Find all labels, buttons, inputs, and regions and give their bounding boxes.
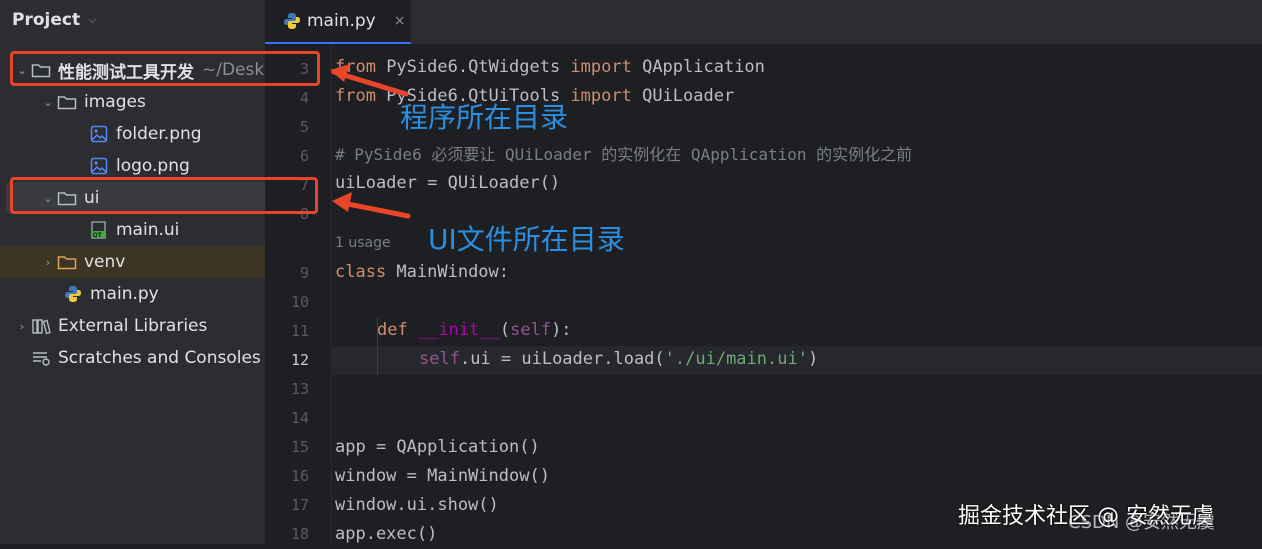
line-number: 10 [290, 293, 309, 311]
annotation-label-ui-dir: UI文件所在目录 [428, 223, 625, 256]
chevron-down-icon[interactable]: ⌄ [40, 96, 56, 109]
line-number: 9 [299, 264, 309, 282]
annotation-arrows [330, 64, 411, 219]
tree-item-label: folder.png [116, 124, 202, 144]
tree-item-label: venv [84, 252, 126, 272]
keyword: def [377, 320, 408, 340]
code-line-6-comment[interactable]: # PySide6 必须要让 QUiLoader 的实例化在 QApplicat… [335, 140, 912, 169]
self-ref: self [419, 349, 460, 369]
magic-method: __init__ [417, 320, 500, 340]
keyword: class [335, 262, 387, 282]
self-param: self [510, 320, 552, 340]
tree-item-external-libraries[interactable]: › External Libraries [0, 310, 265, 342]
class-name: MainWindow: [386, 262, 510, 282]
tree-item-label: main.py [90, 284, 159, 304]
code-line-11[interactable]: def __init__(self): [377, 316, 572, 345]
close-icon[interactable]: × [394, 13, 406, 29]
python-file-icon [283, 12, 301, 30]
line-number: 17 [290, 496, 309, 514]
paren: ( [499, 320, 511, 340]
image-file-icon [88, 125, 110, 143]
code-line-17[interactable]: window.ui.show() [335, 491, 499, 520]
line-number: 6 [299, 147, 309, 165]
watermark-primary: 掘金技术社区 @ 安然无虞 [958, 504, 1214, 529]
line-number: 18 [290, 525, 309, 543]
code-line-15[interactable]: app = QApplication() [335, 433, 540, 462]
code-line-9[interactable]: class MainWindow: [335, 258, 509, 287]
line-number: 13 [290, 380, 309, 398]
python-file-icon [62, 285, 84, 303]
line-number: 15 [290, 438, 309, 456]
line-number: 14 [290, 409, 309, 427]
tree-item-label: images [84, 92, 146, 112]
chevron-down-icon: ⌵ [88, 13, 97, 26]
tree-item-label: logo.png [116, 156, 190, 176]
string-literal: './ui/main.ui' [664, 349, 808, 369]
tree-item-label: Scratches and Consoles [58, 348, 261, 368]
tree-item-main-py[interactable]: main.py [0, 278, 265, 310]
paren: ): [551, 320, 572, 340]
qt-ui-file-icon: QT [88, 221, 110, 239]
keyword: import [570, 57, 632, 77]
editor-tab-bar: main.py × [265, 0, 1262, 45]
tree-item-images[interactable]: ⌄ images [0, 86, 265, 118]
folder-icon [56, 93, 78, 111]
tab-main-py[interactable]: main.py × [265, 0, 411, 44]
line-number: 4 [299, 89, 309, 107]
image-file-icon [88, 157, 110, 175]
line-number: 16 [290, 467, 309, 485]
svg-text:QT: QT [93, 232, 103, 239]
folder-icon [56, 253, 78, 271]
expression: .ui = uiLoader.load( [459, 349, 665, 369]
tab-label: main.py [307, 11, 376, 31]
scratches-icon [30, 349, 52, 367]
annotation-box-program-dir [10, 51, 320, 86]
tree-item-scratches[interactable]: Scratches and Consoles [0, 342, 265, 374]
code-line-16[interactable]: window = MainWindow() [335, 462, 550, 491]
keyword: import [570, 86, 632, 106]
code-line-18[interactable]: app.exec() [335, 520, 437, 549]
line-number-active: 12 [290, 351, 309, 369]
project-title-label: Project [12, 10, 81, 30]
tree-item-venv[interactable]: › venv [0, 246, 265, 278]
paren: ) [807, 349, 819, 369]
line-number: 11 [290, 322, 309, 340]
import-name: QApplication [631, 57, 765, 77]
line-number: 5 [299, 118, 309, 136]
import-name: QUiLoader [631, 86, 735, 106]
project-panel-title[interactable]: Project ⌵ [12, 10, 96, 30]
usage-hint[interactable]: 1 usage [335, 235, 391, 251]
annotation-label-program-dir: 程序所在目录 [400, 101, 569, 134]
tree-item-label: External Libraries [58, 316, 208, 336]
chevron-right-icon[interactable]: › [14, 320, 30, 333]
annotation-box-ui-dir [10, 177, 318, 214]
tree-item-folder-png[interactable]: folder.png [0, 118, 265, 150]
tree-item-main-ui[interactable]: QT main.ui [0, 214, 265, 246]
code-line-12[interactable]: self.ui = uiLoader.load('./ui/main.ui') [419, 345, 818, 374]
tree-item-label: main.ui [116, 220, 180, 240]
chevron-right-icon[interactable]: › [40, 256, 56, 269]
library-icon [30, 317, 52, 335]
